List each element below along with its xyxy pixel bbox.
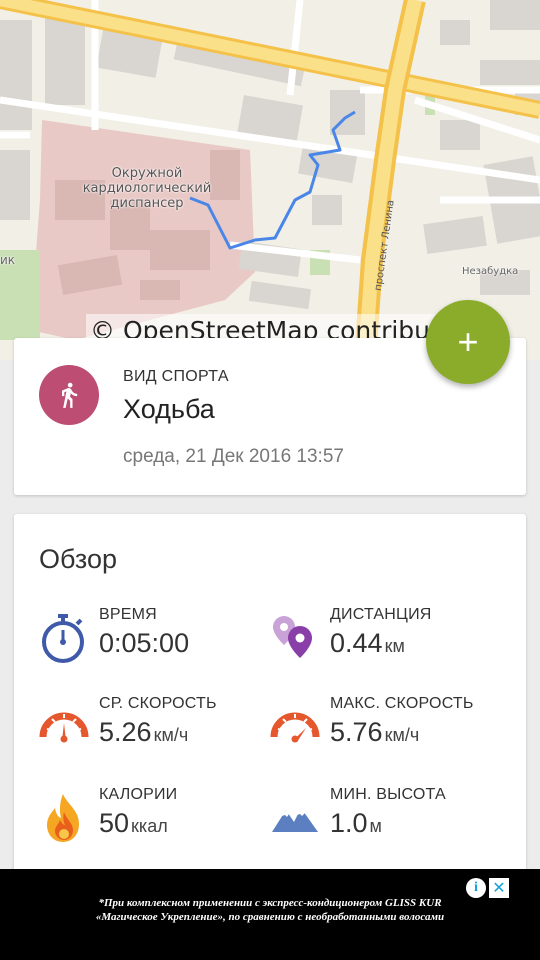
- mountains-icon: [270, 792, 320, 842]
- stat-label: ВРЕМЯ: [99, 606, 157, 623]
- speedometer-icon: [39, 701, 89, 751]
- stat-value: 50 ккал: [99, 808, 168, 838]
- stat-label: СР. СКОРОСТЬ: [99, 695, 217, 712]
- walking-person-icon: [39, 365, 99, 425]
- sport-type-value: Ходьба: [123, 394, 215, 424]
- map-label-hospital: Окружной кардиологический диспансер: [82, 166, 212, 211]
- stat-value: 5.26 км/ч: [99, 717, 189, 747]
- ad-text-line: «Магическое Укрепление», по сравнению с …: [95, 911, 445, 923]
- activity-date: среда, 21 Дек 2016 13:57: [123, 446, 344, 467]
- stat-value: 0:05:00: [99, 628, 190, 658]
- stopwatch-icon: [39, 612, 89, 663]
- stat-avg-speed: СР. СКОРОСТЬ 5.26 км/ч: [39, 695, 279, 765]
- map-label-poi: Незабудка: [462, 266, 519, 277]
- ad-text-line: *При комплексном применении с экспресс-к…: [98, 897, 442, 909]
- map-label-edge: ик: [0, 253, 16, 267]
- ad-text: *При комплексном применении с экспресс-к…: [30, 896, 510, 924]
- map-pins-icon: [270, 612, 320, 662]
- overview-card: Обзор ВРЕМЯ 0:05:00 ДИСТАНЦИЯ 0.44 км СР…: [14, 514, 526, 874]
- stat-distance: ДИСТАНЦИЯ 0.44 км: [270, 606, 510, 676]
- ad-info-icon[interactable]: i: [466, 878, 486, 898]
- plus-icon: +: [457, 321, 479, 362]
- stat-label: МАКС. СКОРОСТЬ: [330, 695, 474, 712]
- stat-value: 1.0 м: [330, 808, 382, 838]
- stat-max-speed: МАКС. СКОРОСТЬ 5.76 км/ч: [270, 695, 510, 765]
- overview-title: Обзор: [39, 544, 117, 574]
- sport-type-label: ВИД СПОРТА: [123, 368, 229, 385]
- add-button[interactable]: +: [426, 300, 510, 384]
- stat-label: КАЛОРИИ: [99, 786, 178, 803]
- stat-value: 0.44 км: [330, 628, 405, 658]
- ad-banner[interactable]: *При комплексном применении с экспресс-к…: [0, 869, 540, 960]
- stat-calories: КАЛОРИИ 50 ккал: [39, 786, 279, 856]
- stat-min-altitude: МИН. ВЫСОТА 1.0 м: [270, 786, 510, 856]
- stat-value: 5.76 км/ч: [330, 717, 420, 747]
- flame-icon: [39, 792, 89, 842]
- ad-close-icon[interactable]: ✕: [489, 878, 509, 898]
- stat-time: ВРЕМЯ 0:05:00: [39, 606, 279, 676]
- stat-label: ДИСТАНЦИЯ: [330, 606, 432, 623]
- speedometer-max-icon: [270, 701, 320, 751]
- stat-label: МИН. ВЫСОТА: [330, 786, 446, 803]
